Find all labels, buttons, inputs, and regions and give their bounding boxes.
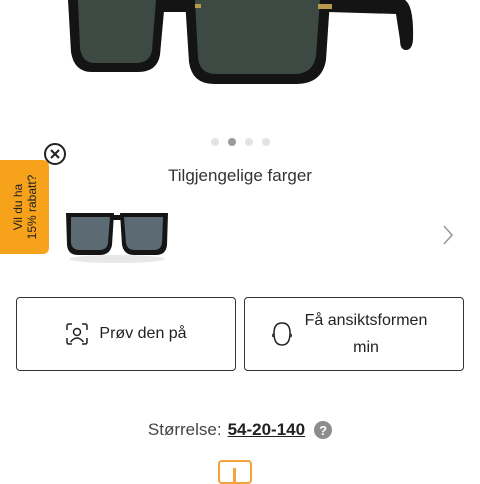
- promo-line-2: 15% rabatt?: [25, 174, 39, 240]
- face-outline-icon: [272, 321, 292, 347]
- promo-text: Vil du ha 15% rabatt?: [11, 160, 39, 254]
- carousel-dot[interactable]: [261, 138, 270, 146]
- available-colors-title: Tilgjengelige farger: [168, 166, 312, 185]
- discount-promo-tab[interactable]: Vil du ha 15% rabatt?: [0, 160, 49, 254]
- help-icon[interactable]: ?: [314, 421, 333, 439]
- size-value-link[interactable]: 54-20-140: [228, 420, 306, 440]
- bottom-action-icon[interactable]: [218, 460, 252, 484]
- size-label: Størrelse:: [147, 420, 222, 439]
- product-image[interactable]: [0, 0, 480, 95]
- carousel-dot[interactable]: [244, 138, 253, 146]
- try-on-label: Prøv den på: [99, 325, 187, 342]
- try-on-button[interactable]: Prøv den på: [16, 297, 236, 371]
- carousel-dot[interactable]: [210, 138, 219, 146]
- size-row: Størrelse: 54-20-140 ?: [0, 420, 480, 440]
- chevron-right-icon[interactable]: [438, 222, 458, 248]
- carousel-dot-active[interactable]: [227, 138, 236, 146]
- close-icon[interactable]: [44, 143, 66, 165]
- color-swatch-black[interactable]: [62, 207, 172, 267]
- carousel-dots: [0, 138, 480, 146]
- face-scan-icon: [65, 323, 89, 345]
- promo-line-1: Vil du ha: [11, 183, 25, 231]
- face-shape-label: Få ansiktsformen min: [304, 312, 428, 356]
- face-shape-button[interactable]: Få ansiktsformen min: [244, 297, 464, 371]
